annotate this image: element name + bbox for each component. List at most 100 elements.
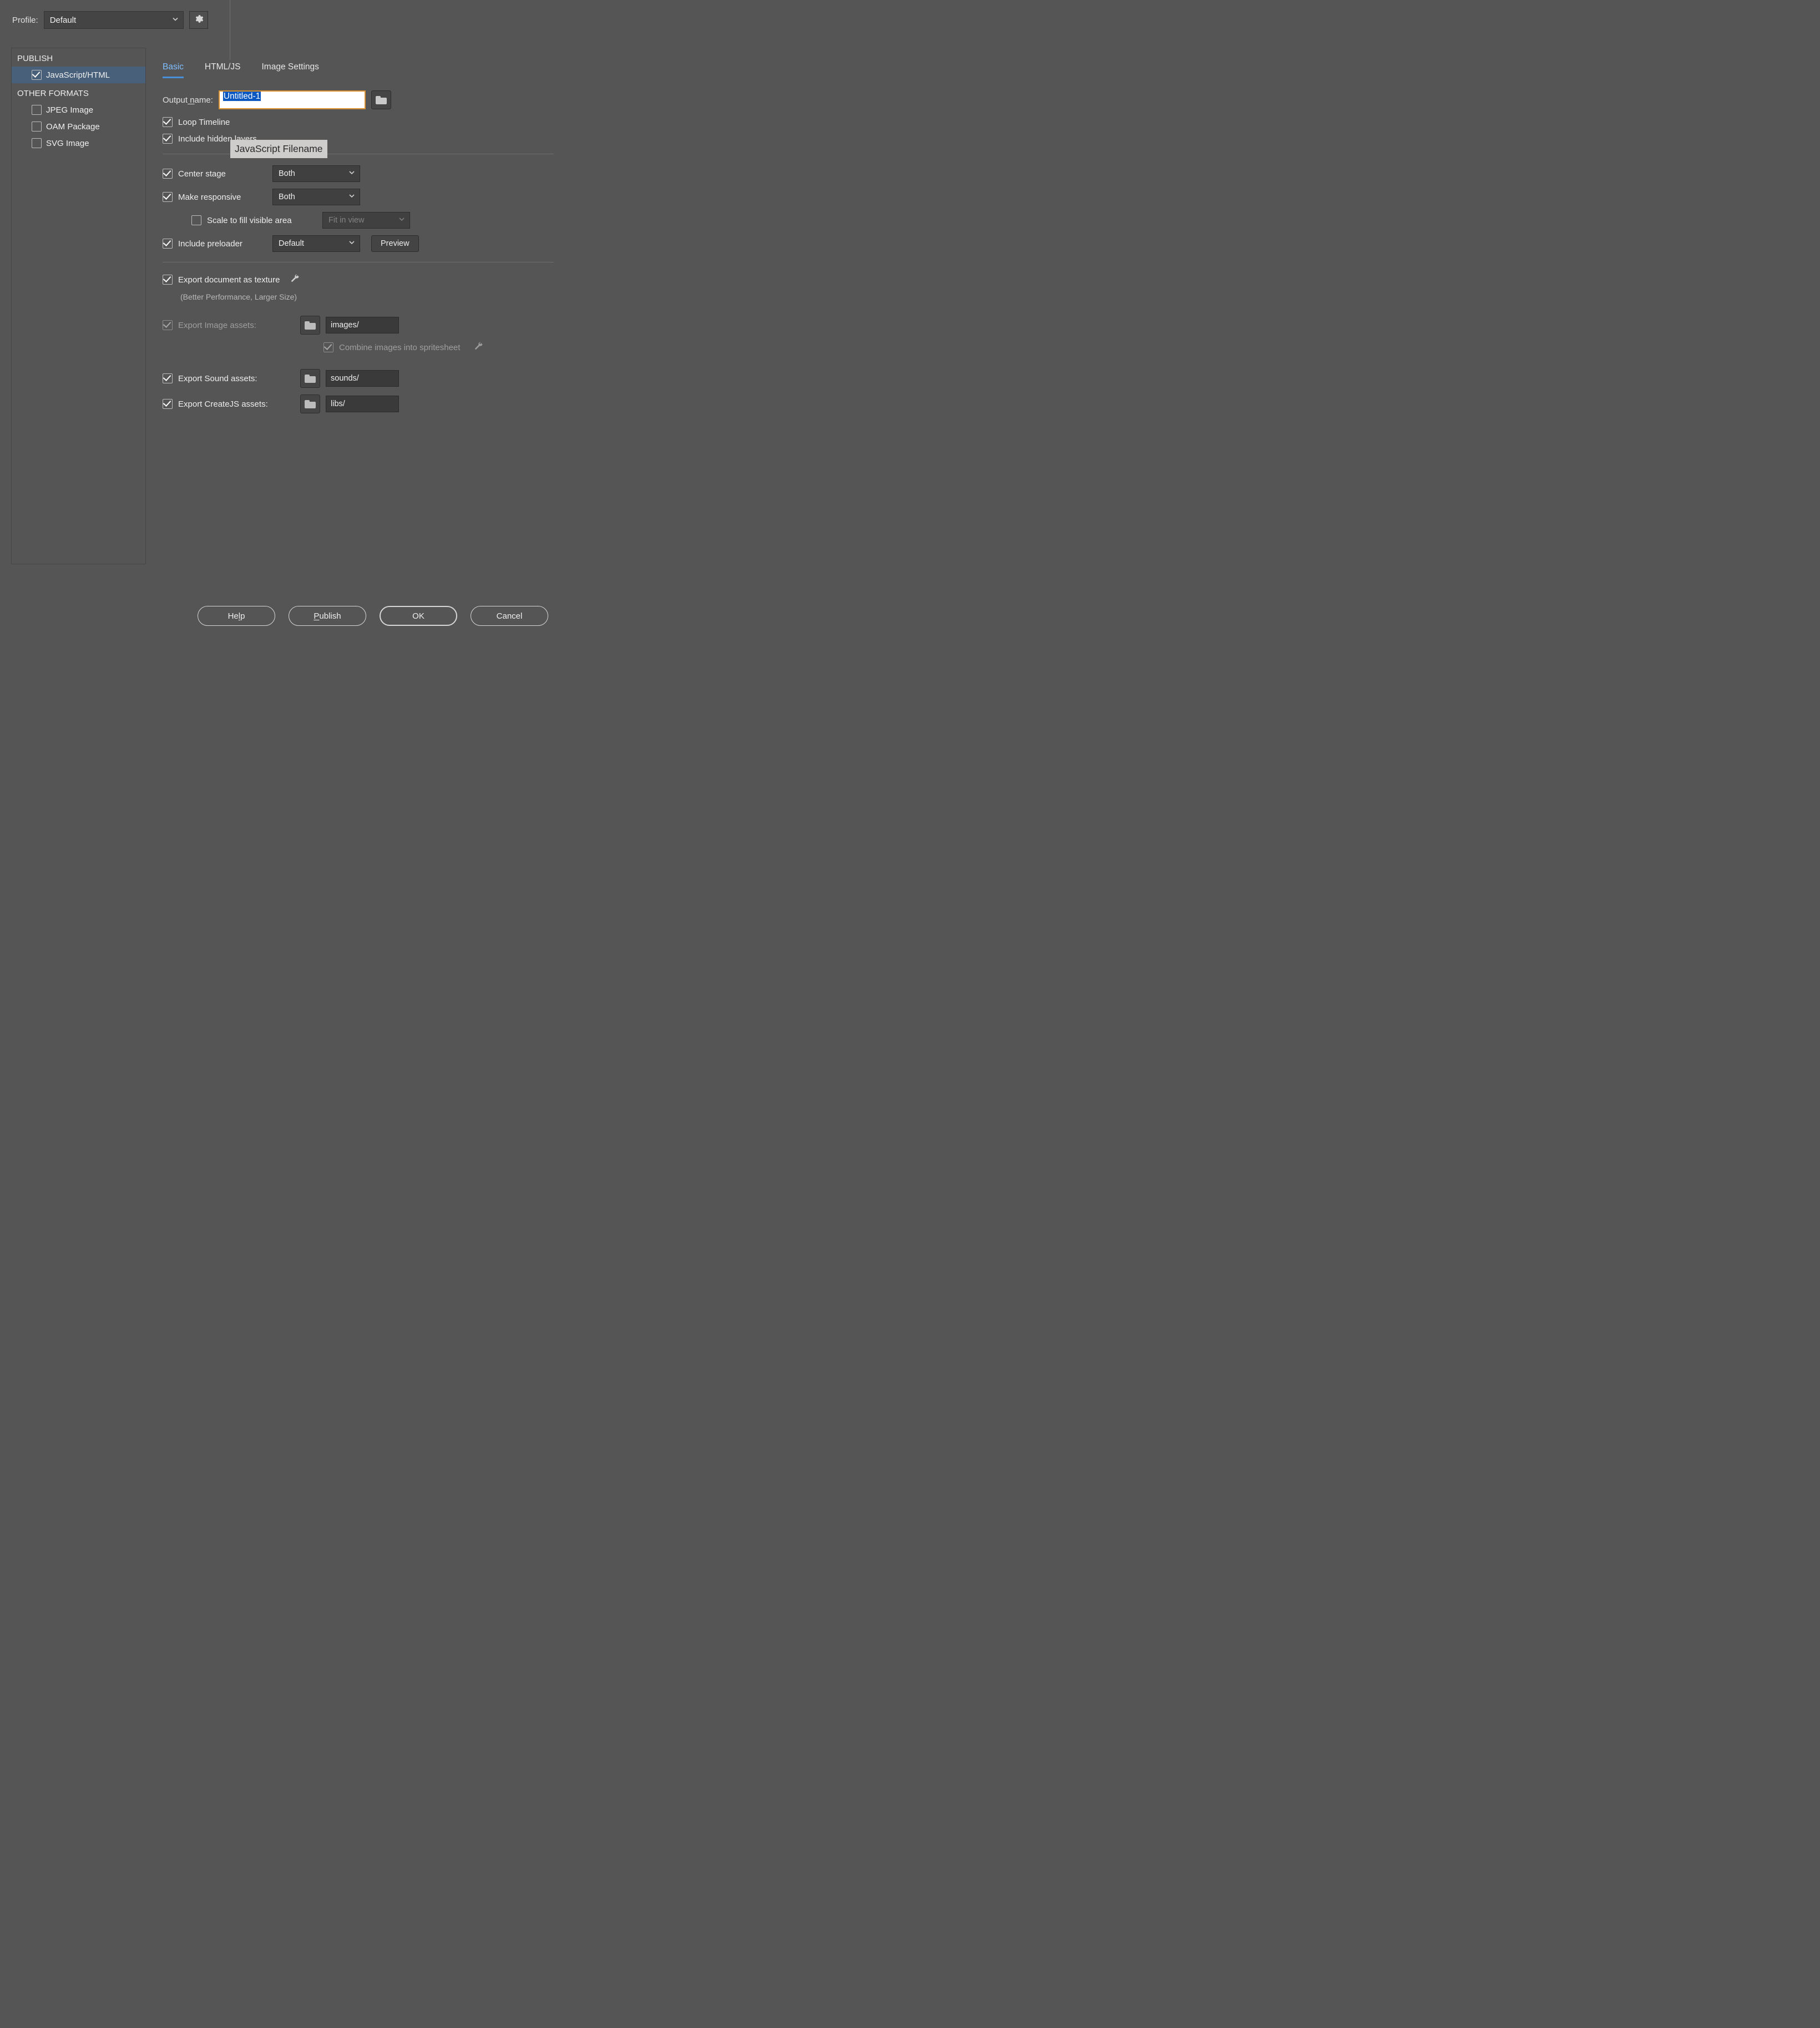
scale-fill-select: Fit in view (322, 212, 410, 229)
browse-output-button[interactable] (371, 90, 391, 109)
chevron-down-icon (348, 193, 355, 201)
export-image-label: Export Image assets: (178, 321, 295, 330)
wrench-icon[interactable] (290, 274, 300, 286)
checkbox-export-image (163, 320, 173, 330)
checkbox-oam[interactable] (32, 122, 42, 132)
sidebar-item-jpeg[interactable]: JPEG Image (12, 102, 145, 118)
chevron-down-icon (348, 239, 355, 248)
export-texture-row: Export document as texture (163, 274, 554, 286)
center-stage-value: Both (279, 169, 295, 178)
browse-sound-folder[interactable] (300, 369, 320, 388)
center-stage-select[interactable]: Both (272, 165, 360, 182)
include-preloader-select[interactable]: Default (272, 235, 360, 252)
tab-basic[interactable]: Basic (163, 62, 184, 78)
sidebar-item-jshtml[interactable]: JavaScript/HTML (12, 67, 145, 83)
output-row: Output name: Untitled-1 (163, 90, 554, 109)
tab-image-settings[interactable]: Image Settings (262, 62, 319, 78)
folder-icon (305, 400, 316, 408)
checkbox-include-hidden[interactable] (163, 134, 173, 144)
sidebar-item-label: SVG Image (46, 139, 89, 148)
loop-timeline-label: Loop Timeline (178, 118, 230, 127)
profile-label: Profile: (12, 16, 38, 25)
output-name-input[interactable]: Untitled-1 (219, 90, 366, 109)
include-hidden-row: Include hidden layers (163, 134, 554, 144)
chevron-down-icon (172, 16, 179, 25)
publish-button-label: Publish (314, 611, 341, 621)
cancel-button-label: Cancel (497, 611, 523, 621)
help-button-label: Help (228, 611, 245, 621)
gear-icon (194, 14, 204, 26)
footer-buttons: Help Publish OK Cancel (0, 606, 565, 626)
export-sound-label: Export Sound assets: (178, 374, 295, 383)
tab-bar: Basic HTML/JS Image Settings (163, 62, 554, 78)
make-responsive-value: Both (279, 193, 295, 201)
checkbox-include-preloader[interactable] (163, 239, 173, 249)
checkbox-export-sound[interactable] (163, 373, 173, 383)
make-responsive-label: Make responsive (178, 193, 267, 202)
cancel-button[interactable]: Cancel (471, 606, 548, 626)
publish-button[interactable]: Publish (289, 606, 366, 626)
scale-fill-label: Scale to fill visible area (207, 216, 317, 225)
browse-createjs-folder[interactable] (300, 395, 320, 413)
sidebar-header-publish: PUBLISH (12, 48, 145, 67)
scale-fill-row: Scale to fill visible area Fit in view (191, 212, 554, 229)
folder-icon (376, 96, 387, 104)
combine-sprites-row: Combine images into spritesheet (323, 341, 554, 353)
profile-row: Profile: Default (0, 0, 565, 43)
preview-button-label: Preview (381, 239, 410, 248)
checkbox-make-responsive[interactable] (163, 192, 173, 202)
export-texture-label: Export document as texture (178, 275, 280, 285)
folder-icon (305, 375, 316, 383)
settings-panel: Basic HTML/JS Image Settings Output name… (163, 48, 554, 564)
profile-settings-button[interactable] (189, 11, 208, 29)
make-responsive-select[interactable]: Both (272, 189, 360, 205)
export-texture-note: (Better Performance, Larger Size) (180, 292, 554, 301)
profile-select[interactable]: Default (44, 11, 184, 29)
sidebar-item-svg[interactable]: SVG Image (12, 135, 145, 151)
checkbox-combine-sprites (323, 342, 333, 352)
browse-image-folder[interactable] (300, 316, 320, 335)
help-button[interactable]: Help (198, 606, 275, 626)
sidebar-item-label: OAM Package (46, 122, 100, 132)
ok-button[interactable]: OK (380, 606, 457, 626)
sidebar-item-oam[interactable]: OAM Package (12, 118, 145, 135)
center-stage-row: Center stage Both (163, 165, 554, 182)
wrench-icon (473, 341, 483, 353)
output-name-value: Untitled-1 (223, 92, 261, 101)
include-preloader-label: Include preloader (178, 239, 267, 249)
export-createjs-label: Export CreateJS assets: (178, 399, 295, 409)
export-sound-row: Export Sound assets: (163, 369, 554, 388)
ok-button-label: OK (412, 611, 424, 621)
loop-timeline-row: Loop Timeline (163, 117, 554, 127)
sidebar-item-label: JavaScript/HTML (46, 70, 110, 80)
checkbox-svg[interactable] (32, 138, 42, 148)
include-preloader-value: Default (279, 239, 304, 248)
checkbox-loop-timeline[interactable] (163, 117, 173, 127)
scale-fill-value: Fit in view (328, 216, 364, 225)
sidebar-item-label: JPEG Image (46, 105, 93, 115)
export-image-row: Export Image assets: (163, 316, 554, 335)
tab-htmljs[interactable]: HTML/JS (205, 62, 241, 78)
checkbox-scale-fill[interactable] (191, 215, 201, 225)
preview-button[interactable]: Preview (371, 235, 419, 252)
checkbox-jpeg[interactable] (32, 105, 42, 115)
output-name-label: Output name: (163, 95, 213, 105)
image-path-input[interactable] (326, 317, 399, 333)
sound-path-input[interactable] (326, 370, 399, 387)
center-stage-label: Center stage (178, 169, 267, 179)
export-createjs-row: Export CreateJS assets: (163, 395, 554, 413)
chevron-down-icon (398, 216, 405, 225)
output-tooltip: JavaScript Filename (230, 140, 327, 158)
checkbox-export-texture[interactable] (163, 275, 173, 285)
combine-sprites-label: Combine images into spritesheet (339, 343, 460, 352)
folder-icon (305, 321, 316, 330)
checkbox-center-stage[interactable] (163, 169, 173, 179)
checkbox-export-createjs[interactable] (163, 399, 173, 409)
make-responsive-row: Make responsive Both (163, 189, 554, 205)
format-sidebar: PUBLISH JavaScript/HTML OTHER FORMATS JP… (11, 48, 146, 564)
createjs-path-input[interactable] (326, 396, 399, 412)
profile-value: Default (50, 16, 77, 25)
sidebar-header-other: OTHER FORMATS (12, 83, 145, 102)
include-preloader-row: Include preloader Default Preview (163, 235, 554, 252)
checkbox-jshtml[interactable] (32, 70, 42, 80)
